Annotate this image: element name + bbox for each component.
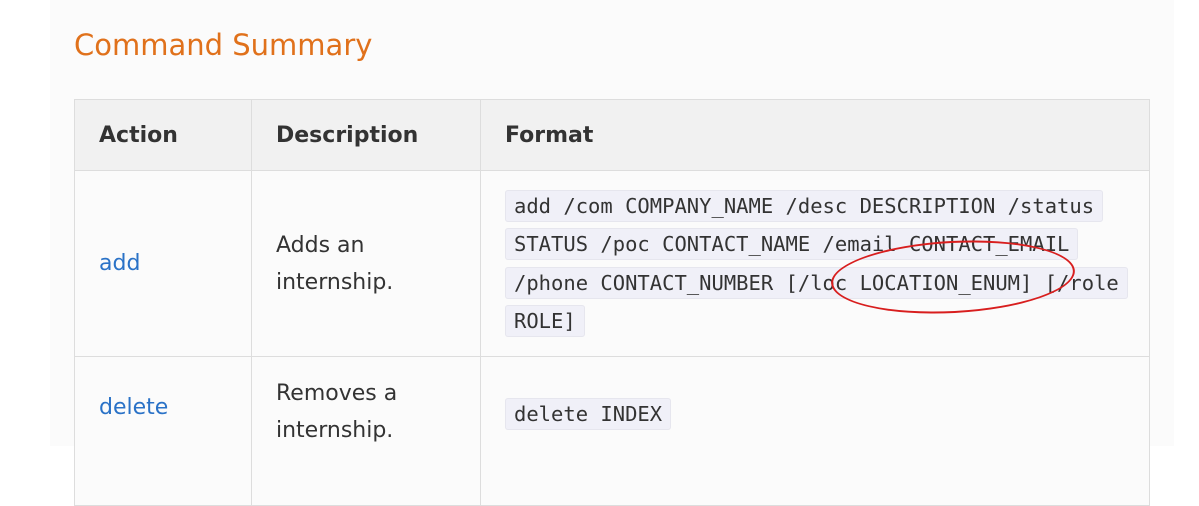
command-link-delete[interactable]: delete bbox=[99, 395, 168, 420]
command-summary-table: Action Description Format add Adds an in… bbox=[74, 99, 1150, 506]
description-cell: Removes a internship. bbox=[251, 356, 481, 506]
action-cell: add bbox=[74, 170, 252, 357]
table-row: delete Removes a internship. delete INDE… bbox=[74, 356, 1150, 506]
header-format: Format bbox=[480, 99, 1150, 171]
format-cell: add /com COMPANY_NAME /desc DESCRIPTION … bbox=[480, 170, 1150, 357]
description-cell: Adds an internship. bbox=[251, 170, 481, 357]
format-code: delete INDEX bbox=[505, 398, 672, 430]
table-row: add Adds an internship. add /com COMPANY… bbox=[74, 170, 1150, 357]
section-heading: Command Summary bbox=[74, 28, 373, 62]
table-header-row: Action Description Format bbox=[74, 99, 1150, 171]
command-link-add[interactable]: add bbox=[99, 251, 140, 276]
format-code: add /com COMPANY_NAME /desc DESCRIPTION … bbox=[505, 189, 1128, 337]
action-cell: delete bbox=[74, 356, 252, 506]
header-description: Description bbox=[251, 99, 481, 171]
header-action: Action bbox=[74, 99, 252, 171]
format-cell: delete INDEX bbox=[480, 356, 1150, 506]
